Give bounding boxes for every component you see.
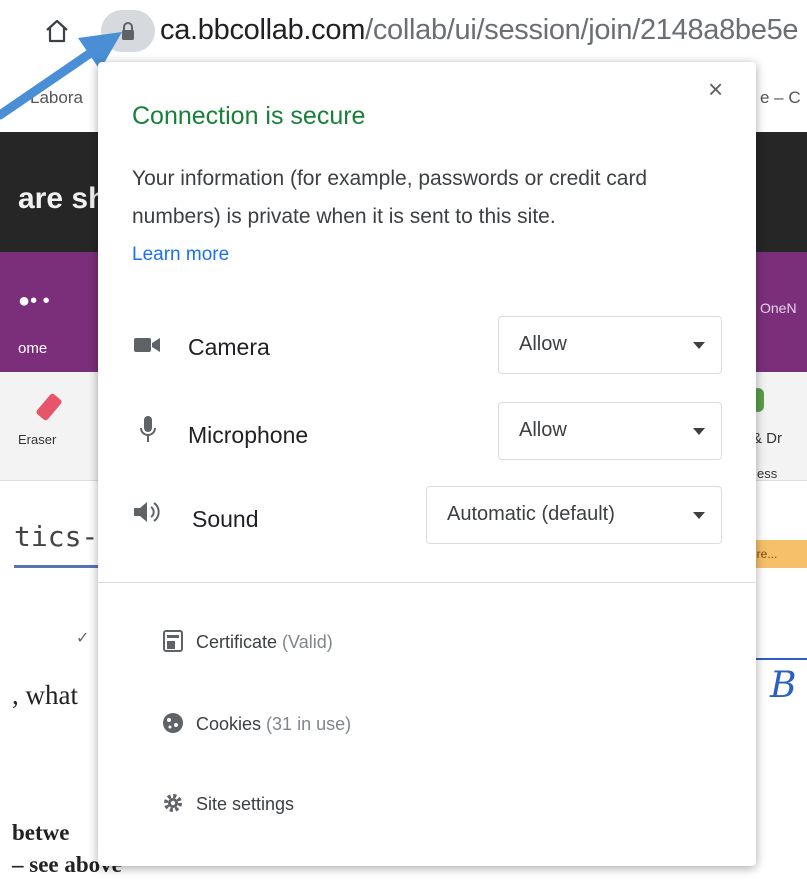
sound-permission-select[interactable]: Automatic (default) [426, 486, 722, 544]
ribbon-label: ess [757, 466, 778, 481]
cookies-label: Cookies [196, 714, 262, 734]
speaker-icon [134, 502, 160, 522]
connection-status-title: Connection is secure [132, 102, 366, 130]
ribbon-label: & Dr [752, 430, 782, 447]
eraser-label: Eraser [18, 432, 57, 447]
site-settings-row[interactable]: Site settings [196, 794, 294, 815]
microphone-permission-value: Allow [519, 419, 567, 441]
chevron-down-icon [693, 428, 705, 435]
security-info-text: Your information (for example, passwords… [132, 167, 648, 228]
note-text: , what [12, 680, 78, 710]
url-host: ca.bbcollab.com [160, 14, 366, 46]
ink-text: B [770, 665, 797, 706]
eraser-icon[interactable] [30, 388, 70, 428]
microphone-permission-select[interactable]: Allow [498, 402, 722, 460]
url-path: /collab/ui/session/join/2148a8be5e [365, 14, 799, 46]
url-text[interactable]: ca.bbcollab.com/collab/ui/session/join/2… [160, 14, 799, 47]
chevron-down-icon [693, 342, 705, 349]
divider [98, 582, 756, 583]
certificate-status: (Valid) [282, 632, 333, 652]
site-settings-label: Site settings [196, 794, 295, 814]
cookie-icon [163, 713, 183, 733]
certificate-label: Certificate [196, 632, 278, 652]
camera-permission-select[interactable]: Allow [498, 316, 722, 374]
app-label: OneN [760, 300, 797, 316]
permission-label-sound: Sound [192, 506, 259, 532]
sound-permission-value: Automatic (default) [447, 503, 615, 525]
cookies-row[interactable]: Cookies (31 in use) [196, 714, 351, 735]
banner-text: are sh [18, 182, 107, 215]
note-text: betwe [12, 820, 70, 845]
permission-label-camera: Camera [188, 334, 270, 360]
page-tab-underline [14, 565, 104, 568]
permission-label-microphone: Microphone [188, 422, 309, 448]
certificate-row[interactable]: Certificate (Valid) [196, 632, 333, 653]
cookies-count: (31 in use) [266, 714, 352, 734]
tab-title-fragment: e – C [760, 88, 801, 107]
home-tab[interactable]: ome [18, 340, 47, 357]
user-icon: ●• • [18, 290, 50, 312]
chevron-down-icon [693, 512, 705, 519]
ink-mark: ✓ [76, 630, 90, 647]
camera-icon [134, 338, 160, 352]
microphone-icon [140, 416, 156, 442]
gear-icon [164, 794, 182, 812]
close-button[interactable]: × [708, 76, 723, 102]
learn-more-link[interactable]: Learn more [132, 244, 229, 266]
certificate-icon [163, 630, 183, 652]
camera-permission-value: Allow [519, 333, 567, 355]
